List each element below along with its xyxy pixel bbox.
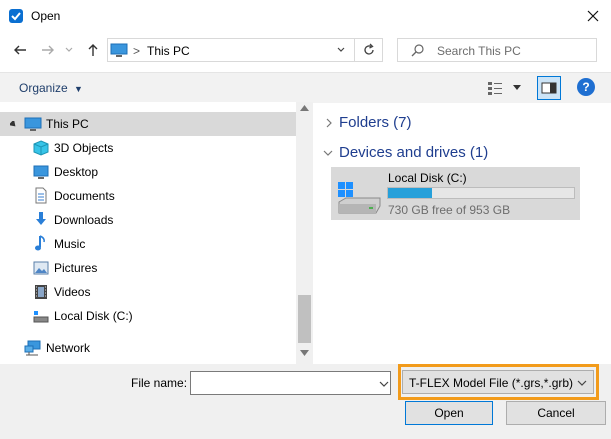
- nav-item-documents[interactable]: Documents: [0, 184, 296, 208]
- file-name-label: File name:: [131, 376, 188, 390]
- back-arrow-icon: [14, 45, 26, 55]
- cube-icon: [33, 140, 49, 156]
- forward-button[interactable]: [38, 40, 58, 60]
- drive-free-space: 730 GB free of 953 GB: [388, 203, 511, 217]
- chevron-down-icon: [10, 121, 16, 127]
- drive-usage-fill: [388, 188, 432, 198]
- file-type-dropdown-button[interactable]: [577, 379, 587, 387]
- cancel-button-label: Cancel: [537, 406, 575, 420]
- address-dropdown-button[interactable]: [336, 45, 346, 55]
- refresh-icon: [364, 43, 374, 55]
- desktop-icon: [33, 165, 49, 179]
- nav-item-pictures[interactable]: Pictures: [0, 256, 296, 280]
- chevron-down-icon: [65, 47, 73, 52]
- scroll-down-icon[interactable]: [300, 350, 309, 356]
- file-type-value: T-FLEX Model File (*.grs,*.grb): [409, 376, 574, 390]
- computer-icon: [24, 117, 42, 131]
- nav-item-local-disk[interactable]: Local Disk (C:): [0, 304, 296, 328]
- nav-label: Music: [54, 237, 86, 251]
- nav-label: Videos: [54, 285, 91, 299]
- caret-down-icon: ▼: [74, 84, 83, 94]
- up-arrow-icon: [88, 44, 98, 56]
- nav-label: Downloads: [54, 213, 114, 227]
- breadcrumb-location[interactable]: This PC: [147, 44, 190, 58]
- chevron-down-icon: [379, 381, 389, 387]
- open-button[interactable]: Open: [405, 401, 493, 425]
- windows-drive-icon: [336, 180, 382, 216]
- nav-item-network[interactable]: Network: [0, 336, 296, 360]
- chevron-down-icon[interactable]: [323, 149, 333, 157]
- download-icon: [36, 212, 46, 225]
- nav-label: Documents: [54, 189, 115, 203]
- address-divider: [354, 38, 355, 62]
- nav-label: 3D Objects: [54, 141, 114, 155]
- search-placeholder: Search This PC: [437, 44, 521, 58]
- nav-label: Local Disk (C:): [54, 309, 133, 323]
- file-name-input[interactable]: [190, 371, 391, 395]
- nav-label: Network: [46, 341, 91, 355]
- caret-down-icon: [513, 85, 521, 90]
- preview-pane-icon: [541, 82, 557, 94]
- change-view-button[interactable]: [487, 80, 503, 96]
- nav-item-this-pc[interactable]: This PC: [0, 112, 296, 136]
- nav-label: This PC: [46, 117, 89, 131]
- folders-group-header[interactable]: Folders (7): [339, 114, 412, 131]
- drive-icon: [33, 311, 49, 323]
- view-details-icon: [488, 82, 502, 95]
- nav-item-videos[interactable]: Videos: [0, 280, 296, 304]
- chevron-down-icon: [577, 380, 587, 386]
- up-button[interactable]: [83, 40, 103, 60]
- preview-pane-button[interactable]: [537, 76, 561, 100]
- scrollbar-thumb[interactable]: [298, 295, 311, 343]
- search-icon: [411, 43, 425, 57]
- nav-item-3d-objects[interactable]: 3D Objects: [0, 136, 296, 160]
- network-icon: [24, 340, 41, 356]
- file-name-dropdown-button[interactable]: [379, 380, 389, 388]
- organize-menu[interactable]: Organize ▼: [19, 81, 83, 95]
- app-icon: [8, 8, 24, 24]
- devices-group-header[interactable]: Devices and drives (1): [339, 144, 488, 161]
- video-icon: [35, 285, 47, 299]
- view-options-button[interactable]: [512, 84, 522, 92]
- cancel-button[interactable]: Cancel: [506, 401, 606, 425]
- help-button[interactable]: ?: [577, 78, 595, 96]
- forward-arrow-icon: [42, 45, 54, 55]
- nav-label: Pictures: [54, 261, 98, 275]
- close-icon[interactable]: [583, 6, 603, 26]
- organize-label: Organize: [19, 81, 68, 95]
- breadcrumb-separator: >: [133, 44, 141, 58]
- chevron-down-icon: [337, 47, 345, 52]
- open-button-label: Open: [434, 406, 464, 420]
- drive-name: Local Disk (C:): [388, 171, 467, 185]
- window-title: Open: [31, 9, 61, 23]
- documents-icon: [35, 187, 47, 204]
- refresh-button[interactable]: [362, 43, 376, 57]
- chevron-right-icon[interactable]: [325, 118, 333, 128]
- music-icon: [35, 235, 45, 251]
- nav-item-music[interactable]: Music: [0, 232, 296, 256]
- title-bar: [0, 0, 611, 32]
- help-icon: ?: [582, 80, 590, 94]
- computer-icon: [110, 42, 128, 58]
- back-button[interactable]: [10, 40, 30, 60]
- scroll-up-icon[interactable]: [300, 105, 309, 111]
- recent-locations-button[interactable]: [62, 40, 76, 60]
- nav-item-desktop[interactable]: Desktop: [0, 160, 296, 184]
- nav-label: Desktop: [54, 165, 99, 179]
- nav-item-downloads[interactable]: Downloads: [0, 208, 296, 232]
- pictures-icon: [33, 261, 49, 275]
